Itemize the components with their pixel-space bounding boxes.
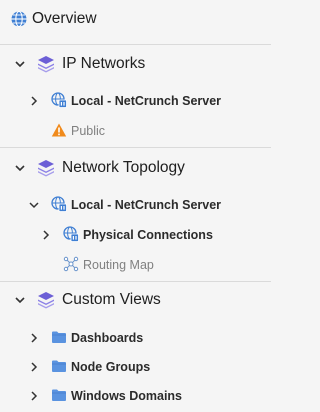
- chevron-right-icon[interactable]: [28, 390, 40, 402]
- tree-item-label: Windows Domains: [71, 389, 183, 403]
- tree-item-public[interactable]: Public: [0, 121, 271, 141]
- chevron-right-icon[interactable]: [28, 95, 40, 107]
- tree-item-windows-domains[interactable]: Windows Domains: [0, 386, 271, 406]
- chevron-down-icon[interactable]: [28, 199, 40, 211]
- tree-item-label: Routing Map: [83, 258, 154, 272]
- layers-icon: [36, 54, 56, 74]
- tree-item-label: IP Networks: [62, 55, 146, 72]
- tree-item-label: Local - NetCrunch Server: [71, 94, 222, 108]
- layers-icon: [36, 158, 56, 178]
- tree-item-dashboards[interactable]: Dashboards: [0, 328, 271, 348]
- network-globe-icon: [51, 92, 67, 108]
- tree-item-physical-connections[interactable]: Physical Connections: [0, 225, 271, 245]
- routing-map-icon: [63, 256, 79, 272]
- divider: [0, 44, 271, 45]
- network-globe-icon: [63, 226, 79, 242]
- chevron-down-icon[interactable]: [14, 294, 26, 306]
- divider: [0, 281, 271, 282]
- layers-icon: [36, 290, 56, 310]
- tree-item-ip-networks[interactable]: IP Networks: [0, 53, 271, 75]
- network-globe-icon: [51, 196, 67, 212]
- tree-item-label: Physical Connections: [83, 228, 213, 242]
- tree-item-label: Dashboards: [71, 331, 144, 345]
- tree-item-overview[interactable]: Overview: [0, 8, 271, 30]
- tree-item-custom-views[interactable]: Custom Views: [0, 289, 271, 311]
- tree-item-network-topology[interactable]: Network Topology: [0, 157, 271, 179]
- folder-icon: [51, 359, 67, 373]
- tree-item-routing-map[interactable]: Routing Map: [0, 255, 271, 275]
- chevron-down-icon[interactable]: [14, 58, 26, 70]
- tree-item-label: Public: [71, 124, 106, 138]
- chevron-right-icon[interactable]: [28, 332, 40, 344]
- folder-icon: [51, 330, 67, 344]
- globe-icon: [10, 10, 28, 28]
- tree-item-label: Node Groups: [71, 360, 151, 374]
- warning-icon: [51, 122, 67, 138]
- tree-item-node-groups[interactable]: Node Groups: [0, 357, 271, 377]
- tree-item-label: Local - NetCrunch Server: [71, 198, 222, 212]
- tree-item-ip-local[interactable]: Local - NetCrunch Server: [0, 91, 271, 111]
- chevron-down-icon[interactable]: [14, 162, 26, 174]
- chevron-right-icon[interactable]: [40, 229, 52, 241]
- tree-item-label: Overview: [32, 10, 97, 27]
- tree-item-topology-local[interactable]: Local - NetCrunch Server: [0, 195, 271, 215]
- divider: [0, 147, 271, 148]
- chevron-right-icon[interactable]: [28, 361, 40, 373]
- tree-item-label: Network Topology: [62, 159, 185, 176]
- folder-icon: [51, 388, 67, 402]
- tree-item-label: Custom Views: [62, 291, 161, 308]
